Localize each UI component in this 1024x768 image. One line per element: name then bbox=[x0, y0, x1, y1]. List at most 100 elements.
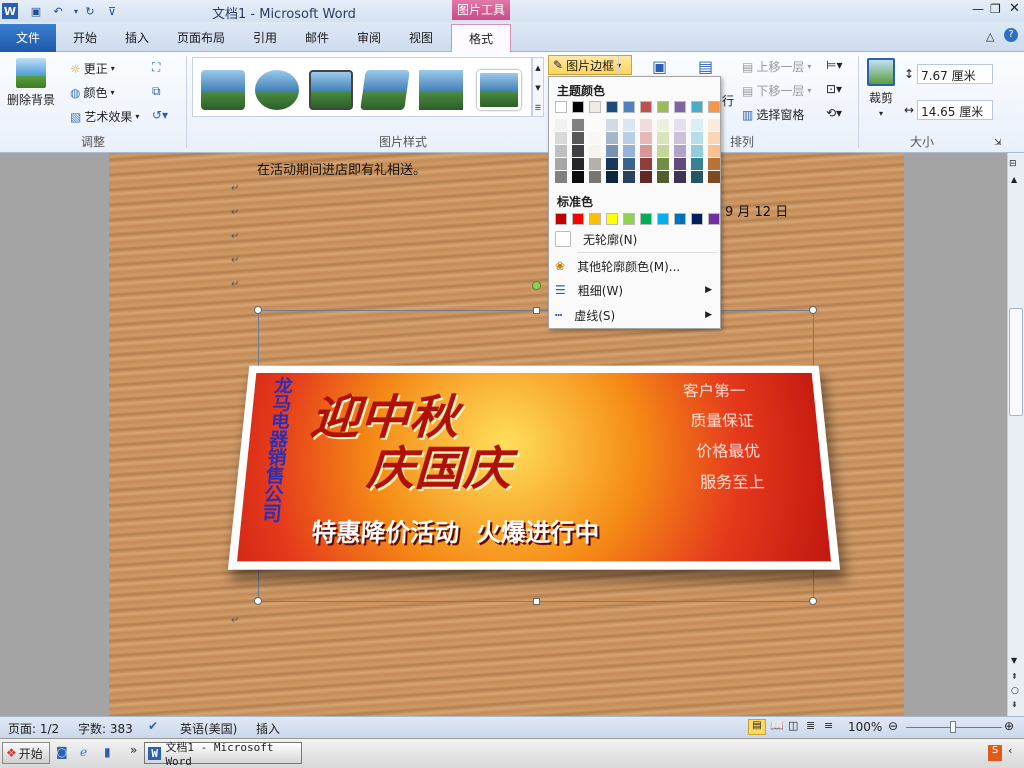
desktop-icon[interactable]: ◙ bbox=[56, 745, 68, 759]
theme-color-swatch[interactable] bbox=[606, 101, 618, 113]
proofing-icon[interactable]: ✔ bbox=[148, 719, 158, 733]
theme-color-swatch[interactable] bbox=[657, 101, 669, 113]
resize-handle[interactable] bbox=[809, 597, 817, 605]
dashes-item[interactable]: ┅ 虚线(S) ▶ bbox=[549, 303, 720, 327]
theme-shade-swatch[interactable] bbox=[606, 171, 618, 183]
theme-shade-swatch[interactable] bbox=[640, 145, 652, 157]
theme-shade-swatch[interactable] bbox=[674, 119, 686, 131]
collapse-ribbon-icon[interactable]: △ bbox=[986, 30, 994, 43]
theme-color-swatch[interactable] bbox=[640, 101, 652, 113]
send-backward-button[interactable]: ▤ 下移一层 ▾ bbox=[742, 82, 811, 99]
theme-shade-swatch[interactable] bbox=[640, 158, 652, 170]
ruler-toggle-icon[interactable]: ⊟ bbox=[1009, 159, 1017, 169]
theme-shade-swatch[interactable] bbox=[606, 132, 618, 144]
resize-handle[interactable] bbox=[533, 307, 540, 314]
theme-shade-swatch[interactable] bbox=[589, 171, 601, 183]
resize-handle[interactable] bbox=[254, 597, 262, 605]
document-page[interactable]: 在活动期间进店即有礼相送。 ↵ ↵ ↵ ↵ ↵ 9 月 12 日 ↵ 迎中秋 庆国庆 龙… bbox=[109, 153, 904, 716]
tab-mailings[interactable]: 邮件 bbox=[294, 24, 340, 52]
insert-mode[interactable]: 插入 bbox=[256, 720, 280, 737]
media-icon[interactable]: ▮ bbox=[104, 745, 111, 759]
theme-shade-swatch[interactable] bbox=[623, 132, 635, 144]
theme-color-swatch[interactable] bbox=[555, 101, 567, 113]
start-button[interactable]: ❖ 开始 bbox=[2, 742, 50, 764]
theme-color-swatch[interactable] bbox=[708, 101, 720, 113]
theme-shade-swatch[interactable] bbox=[674, 158, 686, 170]
wrap-text-partial[interactable]: 行 bbox=[722, 92, 734, 109]
zoom-level[interactable]: 100% bbox=[848, 720, 882, 734]
size-launcher-icon[interactable]: ⇲ bbox=[994, 138, 1002, 148]
resize-handle[interactable] bbox=[809, 306, 817, 314]
tab-page-layout[interactable]: 页面布局 bbox=[168, 24, 234, 52]
theme-shade-swatch[interactable] bbox=[674, 145, 686, 157]
theme-shade-swatch[interactable] bbox=[555, 119, 567, 131]
word-count[interactable]: 字数: 383 bbox=[78, 720, 133, 737]
compress-pictures-icon[interactable]: ⛶ bbox=[152, 60, 160, 75]
tab-format[interactable]: 格式 bbox=[451, 24, 511, 53]
theme-shade-swatch[interactable] bbox=[657, 145, 669, 157]
style-thumb[interactable] bbox=[419, 70, 463, 110]
theme-shade-swatch[interactable] bbox=[606, 145, 618, 157]
standard-color-swatch[interactable] bbox=[674, 213, 686, 225]
standard-color-swatch[interactable] bbox=[640, 213, 652, 225]
theme-shade-swatch[interactable] bbox=[640, 171, 652, 183]
more-icon[interactable]: » bbox=[130, 743, 137, 757]
theme-shade-swatch[interactable] bbox=[691, 145, 703, 157]
theme-shade-swatch[interactable] bbox=[657, 171, 669, 183]
resize-handle[interactable] bbox=[254, 306, 262, 314]
theme-shade-swatch[interactable] bbox=[691, 158, 703, 170]
theme-shade-swatch[interactable] bbox=[555, 158, 567, 170]
reading-view-icon[interactable]: 📖 bbox=[770, 719, 784, 732]
width-input[interactable]: 14.65 厘米 bbox=[917, 100, 994, 120]
theme-shade-swatch[interactable] bbox=[691, 119, 703, 131]
zoom-out-icon[interactable]: ⊖ bbox=[888, 719, 898, 733]
theme-shade-swatch[interactable] bbox=[708, 119, 720, 131]
tab-view[interactable]: 视图 bbox=[398, 24, 444, 52]
browse-object-icon[interactable]: ○ bbox=[1011, 686, 1019, 696]
theme-shade-swatch[interactable] bbox=[572, 158, 584, 170]
theme-shade-swatch[interactable] bbox=[606, 119, 618, 131]
scroll-up-icon[interactable]: ▲ bbox=[1011, 175, 1017, 184]
theme-shade-swatch[interactable] bbox=[674, 171, 686, 183]
zoom-slider-thumb[interactable] bbox=[950, 721, 956, 733]
help-icon[interactable]: ? bbox=[1004, 28, 1018, 42]
remove-background-button[interactable]: 删除背景 bbox=[6, 58, 56, 108]
weight-item[interactable]: ☰ 粗细(W) ▶ bbox=[549, 278, 720, 302]
save-icon[interactable]: ▣ bbox=[28, 3, 44, 19]
align-icon[interactable]: ⊨▾ bbox=[826, 58, 842, 72]
theme-shade-swatch[interactable] bbox=[572, 119, 584, 131]
standard-color-swatch[interactable] bbox=[589, 213, 601, 225]
standard-color-swatch[interactable] bbox=[657, 213, 669, 225]
picture-layout-icon[interactable]: ▤ bbox=[698, 57, 713, 76]
theme-color-swatch[interactable] bbox=[572, 101, 584, 113]
theme-shade-swatch[interactable] bbox=[623, 145, 635, 157]
style-thumb[interactable] bbox=[255, 70, 299, 110]
artistic-effects-button[interactable]: ▧ 艺术效果 ▾ bbox=[70, 108, 139, 125]
next-page-icon[interactable]: ⇟ bbox=[1011, 700, 1018, 709]
theme-shade-swatch[interactable] bbox=[674, 132, 686, 144]
theme-shade-swatch[interactable] bbox=[572, 171, 584, 183]
resize-handle[interactable] bbox=[533, 598, 540, 605]
style-thumb[interactable] bbox=[360, 70, 410, 110]
corrections-button[interactable]: ☼ 更正 ▾ bbox=[70, 60, 115, 77]
theme-shade-swatch[interactable] bbox=[623, 119, 635, 131]
tray-app-icon[interactable]: S bbox=[988, 745, 1002, 761]
banner-picture[interactable]: 迎中秋 庆国庆 龙马电器销售公司 特惠降价活动 火爆进行中 客户第一 质量保证 … bbox=[227, 365, 841, 570]
color-button[interactable]: ◍ 颜色 ▾ bbox=[70, 84, 115, 101]
style-thumb[interactable] bbox=[201, 70, 245, 110]
tray-expand-icon[interactable]: ‹ bbox=[1008, 744, 1012, 757]
zoom-in-icon[interactable]: ⊕ bbox=[1004, 719, 1014, 733]
picture-border-button[interactable]: ✎ 图片边框 ▾ bbox=[548, 55, 632, 75]
ie-icon[interactable]: ℯ bbox=[80, 745, 87, 759]
reset-picture-icon[interactable]: ↺▾ bbox=[152, 108, 168, 122]
standard-color-swatch[interactable] bbox=[708, 213, 720, 225]
width-field[interactable]: ↔ 14.65 厘米 bbox=[904, 100, 994, 120]
theme-color-swatch[interactable] bbox=[589, 101, 601, 113]
tab-references[interactable]: 引用 bbox=[242, 24, 288, 52]
tab-home[interactable]: 开始 bbox=[62, 24, 108, 52]
theme-shade-swatch[interactable] bbox=[555, 145, 567, 157]
more-colors-item[interactable]: ❀ 其他轮廓颜色(M)... bbox=[549, 254, 720, 278]
no-outline-item[interactable]: 无轮廓(N) bbox=[549, 227, 720, 251]
scroll-thumb[interactable] bbox=[1009, 308, 1023, 416]
draft-view-icon[interactable]: ≡ bbox=[824, 719, 833, 732]
